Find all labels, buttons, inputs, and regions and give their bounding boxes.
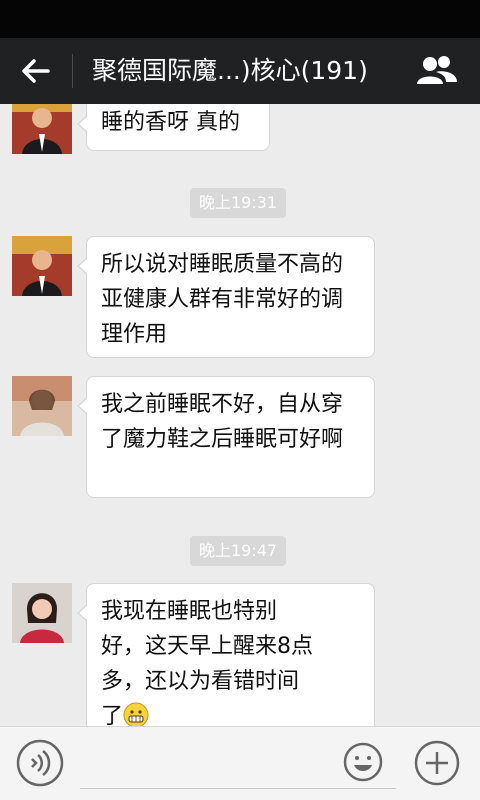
timestamp: 晚上19:47	[190, 536, 287, 566]
woman-avatar[interactable]	[12, 376, 72, 436]
chat-header: 聚德国际魔...)核心(191)	[0, 38, 480, 104]
message-list[interactable]: 睡的香呀 真的 晚上19:31 所以说对睡眠质量不高的亚健康人群有非常好的调理作…	[0, 104, 480, 726]
man-in-suit-avatar[interactable]	[12, 236, 72, 296]
grinning-emoji	[123, 702, 149, 726]
emoji-icon[interactable]	[342, 741, 384, 783]
back-arrow-icon[interactable]	[18, 53, 54, 89]
voice-input-icon[interactable]	[16, 739, 64, 787]
plus-icon[interactable]	[414, 740, 460, 786]
chat-title: 聚德国际魔...)核心(191)	[92, 56, 368, 85]
input-bar	[0, 726, 480, 800]
message-input[interactable]	[80, 788, 396, 789]
timestamp: 晚上19:31	[190, 188, 287, 218]
group-members-icon[interactable]	[416, 52, 458, 90]
header-divider	[72, 54, 73, 88]
man-in-suit-avatar[interactable]	[12, 104, 72, 154]
message-bubble[interactable]: 所以说对睡眠质量不高的亚健康人群有非常好的调理作用	[77, 236, 375, 358]
status-bar	[0, 0, 480, 38]
message-bubble[interactable]: 我现在睡眠也特别好，这天早上醒来8点多，还以为看错时间了	[77, 583, 375, 726]
woman-red-dress-avatar[interactable]	[12, 583, 72, 643]
message-bubble[interactable]: 我之前睡眠不好，自从穿了魔力鞋之后睡眠可好啊	[77, 376, 375, 498]
message-bubble[interactable]: 睡的香呀 真的	[77, 104, 270, 151]
